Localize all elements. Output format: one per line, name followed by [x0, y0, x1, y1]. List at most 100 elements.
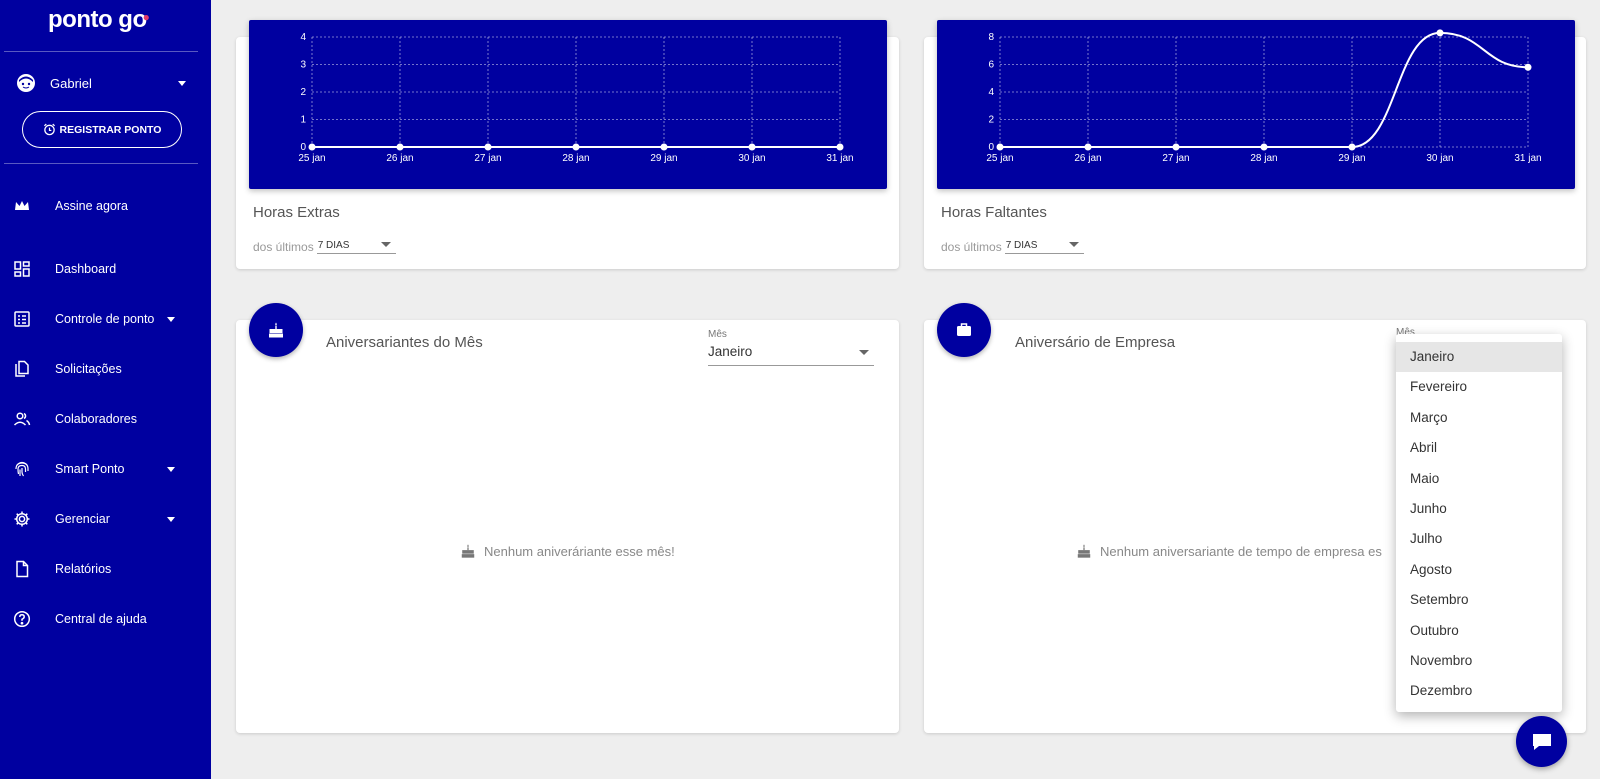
fingerprint-icon — [15, 461, 29, 477]
data-point — [308, 143, 316, 151]
sidebar-item-employees[interactable]: Colaboradores — [0, 404, 211, 434]
people-icon — [13, 412, 31, 426]
y-tick-label: 1 — [300, 115, 306, 126]
chevron-down-icon — [380, 242, 391, 247]
y-tick-label: 2 — [988, 115, 994, 126]
y-tick-label: 6 — [988, 60, 994, 71]
month-option-agosto[interactable]: Agosto — [1396, 555, 1562, 585]
cake-icon — [461, 544, 475, 558]
chevron-down-icon — [178, 80, 186, 86]
overtime-period-select[interactable]: 7 DIAS — [316, 236, 396, 254]
app-logo[interactable]: ponto go● — [48, 6, 150, 34]
gear-icon — [14, 511, 30, 527]
company-anniversary-empty-message: Nenhum aniversariante de tempo de empres… — [1076, 543, 1382, 559]
user-name: Gabriel — [50, 75, 92, 91]
overtime-chart: 0 1 2 3 4 25 jan 26 jan 27 jan 28 jan 29 jan 30 ja… — [249, 20, 887, 189]
missing-hours-period: dos últimos 7 DIAS — [941, 236, 1084, 254]
data-point — [1260, 143, 1268, 151]
chevron-down-icon — [167, 467, 175, 472]
month-dropdown-menu: Janeiro Fevereiro Março Abril Maio Junho… — [1396, 334, 1562, 712]
chat-button[interactable] — [1516, 716, 1567, 767]
data-point — [1084, 143, 1092, 151]
sidebar-item-time-control[interactable]: Controle de ponto — [0, 304, 211, 334]
timesheet-icon — [14, 311, 30, 327]
y-tick-label: 0 — [300, 142, 306, 153]
cake-icon — [269, 322, 283, 338]
x-tick-label: 27 jan — [1162, 153, 1189, 164]
overtime-period: dos últimos 7 DIAS — [253, 236, 396, 254]
user-avatar-icon — [17, 74, 35, 92]
data-point — [748, 143, 756, 151]
documents-icon — [15, 360, 29, 377]
sidebar-item-subscribe[interactable]: Assine agora — [0, 191, 211, 221]
x-tick-label: 29 jan — [650, 153, 677, 164]
month-option-outubro[interactable]: Outubro — [1396, 616, 1562, 646]
help-icon — [13, 610, 31, 628]
missing-hours-chart: 0 2 4 6 8 25 jan 26 jan 27 jan 28 jan 29 jan 30 ja… — [937, 20, 1575, 189]
month-option-abril[interactable]: Abril — [1396, 433, 1562, 463]
cake-icon — [1077, 544, 1091, 558]
register-punch-button[interactable]: REGISTRAR PONTO — [22, 111, 182, 148]
dashboard-icon — [14, 261, 30, 277]
data-point — [660, 143, 668, 151]
sidebar-item-smart-ponto[interactable]: Smart Ponto — [0, 454, 211, 484]
month-option-julho[interactable]: Julho — [1396, 524, 1562, 554]
birthdays-title: Aniversariantes do Mês — [326, 334, 483, 351]
x-tick-label: 30 jan — [738, 153, 765, 164]
data-point — [484, 143, 492, 151]
sidebar-divider — [4, 163, 198, 164]
birthdays-card — [236, 320, 899, 733]
overtime-title: Horas Extras — [253, 204, 340, 221]
missing-hours-period-select[interactable]: 7 DIAS — [1004, 236, 1084, 254]
sidebar-item-reports[interactable]: Relatórios — [0, 554, 211, 584]
x-tick-label: 28 jan — [562, 153, 589, 164]
month-option-novembro[interactable]: Novembro — [1396, 646, 1562, 676]
birthdays-empty-message: Nenhum aniveráriante esse mês! — [460, 543, 675, 559]
missing-hours-chart-svg: 0 2 4 6 8 25 jan 26 jan 27 jan 28 jan 29 jan 30 ja… — [986, 29, 1542, 164]
data-point — [1172, 143, 1180, 151]
data-point — [996, 143, 1004, 151]
y-tick-label: 4 — [300, 32, 306, 43]
birthdays-month-select[interactable]: Mês Janeiro — [708, 329, 874, 366]
month-option-marco[interactable]: Março — [1396, 403, 1562, 433]
x-tick-label: 25 jan — [298, 153, 325, 164]
month-option-maio[interactable]: Maio — [1396, 464, 1562, 494]
sidebar-item-requests[interactable]: Solicitações — [0, 354, 211, 384]
user-menu[interactable]: Gabriel — [16, 72, 186, 94]
chevron-down-icon — [167, 517, 175, 522]
month-option-dezembro[interactable]: Dezembro — [1396, 676, 1562, 706]
alarm-clock-icon — [43, 123, 55, 136]
file-icon — [16, 560, 29, 578]
y-tick-label: 3 — [300, 60, 306, 71]
y-tick-label: 8 — [988, 32, 994, 43]
month-option-janeiro[interactable]: Janeiro — [1396, 342, 1562, 373]
x-tick-label: 25 jan — [986, 153, 1013, 164]
month-option-setembro[interactable]: Setembro — [1396, 585, 1562, 615]
data-point — [572, 143, 580, 151]
x-tick-label: 26 jan — [1074, 153, 1101, 164]
data-point — [1524, 63, 1532, 71]
x-tick-label: 29 jan — [1338, 153, 1365, 164]
y-tick-label: 4 — [988, 87, 994, 98]
chat-icon — [1532, 733, 1551, 750]
data-point — [396, 143, 404, 151]
company-anniversary-badge — [937, 303, 991, 357]
x-tick-label: 31 jan — [1514, 153, 1541, 164]
crown-icon — [15, 201, 29, 210]
sidebar: ponto go● Gabriel REGISTRAR PONTO Assine… — [0, 0, 211, 779]
x-tick-label: 27 jan — [474, 153, 501, 164]
data-point — [1348, 143, 1356, 151]
data-point — [836, 143, 844, 151]
company-anniversary-title: Aniversário de Empresa — [1015, 334, 1176, 351]
y-tick-label: 2 — [300, 87, 306, 98]
sidebar-item-manage[interactable]: Gerenciar — [0, 504, 211, 534]
sidebar-divider — [4, 51, 198, 52]
sidebar-item-help-center[interactable]: Central de ajuda — [0, 604, 211, 634]
month-option-fevereiro[interactable]: Fevereiro — [1396, 372, 1562, 402]
sidebar-item-dashboard[interactable]: Dashboard — [0, 254, 211, 284]
missing-hours-title: Horas Faltantes — [941, 204, 1047, 221]
month-option-junho[interactable]: Junho — [1396, 494, 1562, 524]
briefcase-icon — [957, 323, 971, 336]
data-point — [1436, 29, 1444, 37]
x-tick-label: 31 jan — [826, 153, 853, 164]
